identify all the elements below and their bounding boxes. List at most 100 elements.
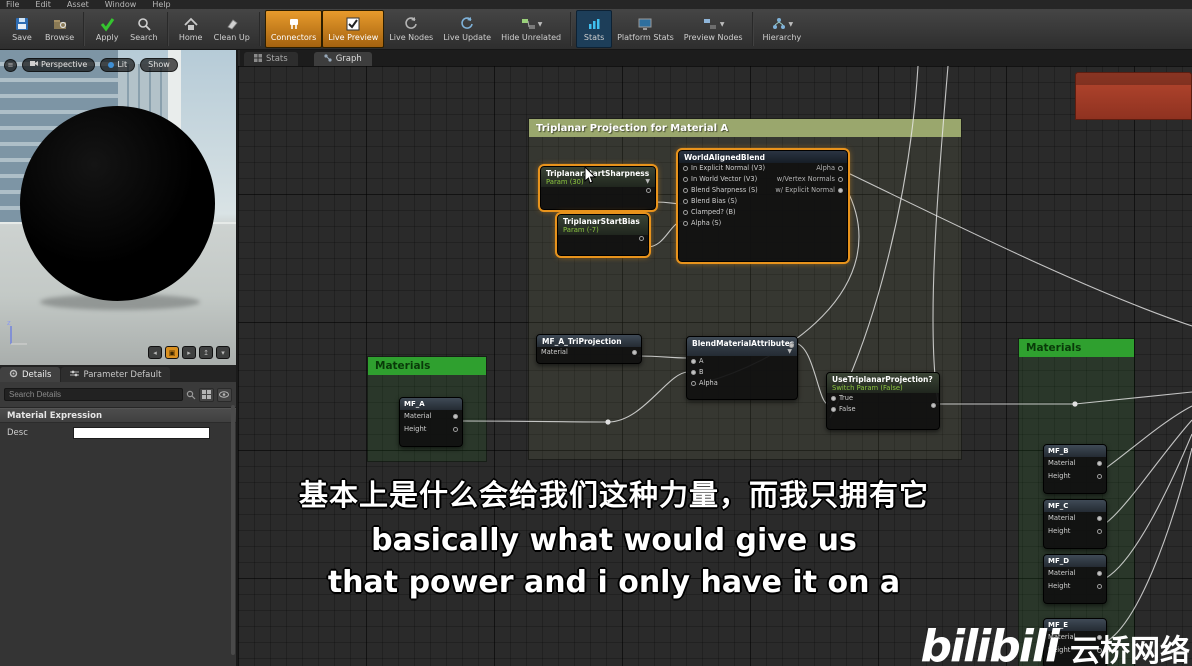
save-button[interactable]: Save <box>4 10 40 48</box>
graph-icon <box>324 53 332 65</box>
lit-sphere-icon <box>108 62 115 68</box>
connectors-button[interactable]: Connectors <box>264 10 323 48</box>
output-pin[interactable] <box>1097 461 1102 466</box>
home-icon <box>183 16 199 32</box>
axis-gizmo-icon: z <box>5 318 31 352</box>
search-details-input[interactable] <box>4 388 183 401</box>
output-pin[interactable] <box>1097 571 1102 576</box>
input-pin[interactable] <box>683 210 688 215</box>
details-scrollbar[interactable] <box>231 405 235 655</box>
platform-stats-button[interactable]: Platform Stats <box>612 10 679 48</box>
nav-back-button[interactable]: ◂ <box>148 346 162 359</box>
viewport-options-button[interactable]: ≡ <box>4 58 17 72</box>
preview-sphere <box>20 106 215 301</box>
grid-view-button[interactable] <box>199 387 214 402</box>
output-pin[interactable] <box>639 236 644 241</box>
node-use-triplanar-projection[interactable]: UseTriplanarProjection? Switch Param (Fa… <box>826 372 940 430</box>
bilibili-logo: bilibili <box>920 621 1060 666</box>
nav-up-button[interactable]: ↥ <box>199 346 213 359</box>
home-button[interactable]: Home <box>173 10 209 48</box>
node-world-aligned-blend[interactable]: WorldAlignedBlend In Explicit Normal (V3… <box>676 148 850 264</box>
input-pin[interactable] <box>691 359 696 364</box>
output-pin[interactable] <box>453 427 458 432</box>
menu-help[interactable]: Help <box>152 0 170 9</box>
output-pin[interactable] <box>1097 516 1102 521</box>
chevron-down-icon: ▼ <box>788 20 794 28</box>
output-pin[interactable] <box>1097 584 1102 589</box>
hierarchy-button[interactable]: ▼ Hierarchy <box>758 10 807 48</box>
desc-input[interactable] <box>73 427 210 439</box>
output-pin[interactable] <box>838 188 843 193</box>
save-icon <box>14 16 30 32</box>
node-mf-d[interactable]: MF_D Material Height <box>1043 554 1107 604</box>
toolbar: Save Browse Apply Search Home Clean Up C… <box>0 9 1192 50</box>
input-pin[interactable] <box>683 199 688 204</box>
input-pin[interactable] <box>831 396 836 401</box>
output-pin[interactable] <box>646 188 651 193</box>
input-pin[interactable] <box>691 370 696 375</box>
perspective-button[interactable]: Perspective <box>22 58 96 72</box>
cleanup-button[interactable]: Clean Up <box>209 10 255 48</box>
show-button[interactable]: Show <box>140 58 178 72</box>
live-update-button[interactable]: Live Update <box>438 10 496 48</box>
nav-menu-button[interactable]: ▾ <box>216 346 230 359</box>
output-pin[interactable] <box>1097 474 1102 479</box>
wrench-icon <box>9 369 18 381</box>
nav-forward-button[interactable]: ▸ <box>182 346 196 359</box>
input-pin[interactable] <box>683 188 688 193</box>
preview-viewport[interactable]: ≡ Perspective Lit Show z ◂ ▣ ▸ ↥ ▾ <box>0 50 238 365</box>
material-expression-header: Material Expression <box>0 408 236 423</box>
checkbox-icon <box>345 16 361 32</box>
desc-row: Desc <box>0 423 236 443</box>
toolbar-separator <box>751 12 754 46</box>
output-pin[interactable] <box>838 177 843 182</box>
menu-asset[interactable]: Asset <box>67 0 89 9</box>
input-pin[interactable] <box>831 407 836 412</box>
output-pin[interactable] <box>789 343 794 348</box>
browse-button[interactable]: Browse <box>40 10 79 48</box>
output-pin[interactable] <box>632 350 637 355</box>
viewport-nav-buttons: ◂ ▣ ▸ ↥ ▾ <box>148 346 230 359</box>
node-triplanar-start-sharpness[interactable]: TriplanarStartSharpness ▼ Param (30) <box>538 164 658 212</box>
output-pin[interactable] <box>1097 529 1102 534</box>
apply-button[interactable]: Apply <box>89 10 125 48</box>
input-pin[interactable] <box>683 166 688 171</box>
tab-parameter-default[interactable]: Parameter Default <box>61 367 171 382</box>
input-pin[interactable] <box>683 177 688 182</box>
tab-graph[interactable]: Graph <box>313 52 372 66</box>
output-pin[interactable] <box>931 403 936 408</box>
stats-button[interactable]: Stats <box>576 10 613 48</box>
chevron-down-icon: ▼ <box>787 348 792 355</box>
menu-edit[interactable]: Edit <box>35 0 51 9</box>
graph-canvas[interactable]: Triplanar Projection for Material A Mate… <box>238 66 1192 666</box>
node-mf-c[interactable]: MF_C Material Height <box>1043 499 1107 549</box>
menu-file[interactable]: File <box>6 0 19 9</box>
chevron-down-icon: ▼ <box>537 20 543 28</box>
refresh-icon <box>459 16 475 32</box>
output-pin[interactable] <box>838 166 843 171</box>
node-mf-a[interactable]: MF_A Material Height <box>399 397 463 447</box>
node-blend-material-attributes[interactable]: BlendMaterialAttributes ▼ A B Alpha <box>686 336 798 400</box>
search-button[interactable]: Search <box>125 10 162 48</box>
node-mf-b[interactable]: MF_B Material Height <box>1043 444 1107 494</box>
node-triplanar-start-bias[interactable]: TriplanarStartBias Param (-7) <box>555 212 651 258</box>
toolbar-separator <box>83 12 86 46</box>
tab-details[interactable]: Details <box>0 367 61 382</box>
input-pin[interactable] <box>683 221 688 226</box>
node-red-fragment[interactable] <box>1075 72 1192 120</box>
input-pin[interactable] <box>691 381 696 386</box>
output-pin[interactable] <box>453 414 458 419</box>
hide-unrelated-button[interactable]: ▼ Hide Unrelated <box>496 10 566 48</box>
desc-label: Desc <box>7 428 28 438</box>
search-icon <box>136 16 152 32</box>
node-mf-a-triprojection[interactable]: MF_A_TriProjection Material <box>536 334 642 364</box>
preview-nodes-button[interactable]: ▼ Preview Nodes <box>679 10 748 48</box>
nav-pin-button[interactable]: ▣ <box>165 346 179 359</box>
menu-window[interactable]: Window <box>105 0 137 9</box>
grid-icon <box>254 53 262 65</box>
live-nodes-button[interactable]: Live Nodes <box>384 10 438 48</box>
live-preview-button[interactable]: Live Preview <box>322 10 385 48</box>
lit-button[interactable]: Lit <box>100 58 136 72</box>
tab-stats-panel[interactable]: Stats <box>244 52 298 66</box>
eye-filter-button[interactable] <box>217 387 232 402</box>
